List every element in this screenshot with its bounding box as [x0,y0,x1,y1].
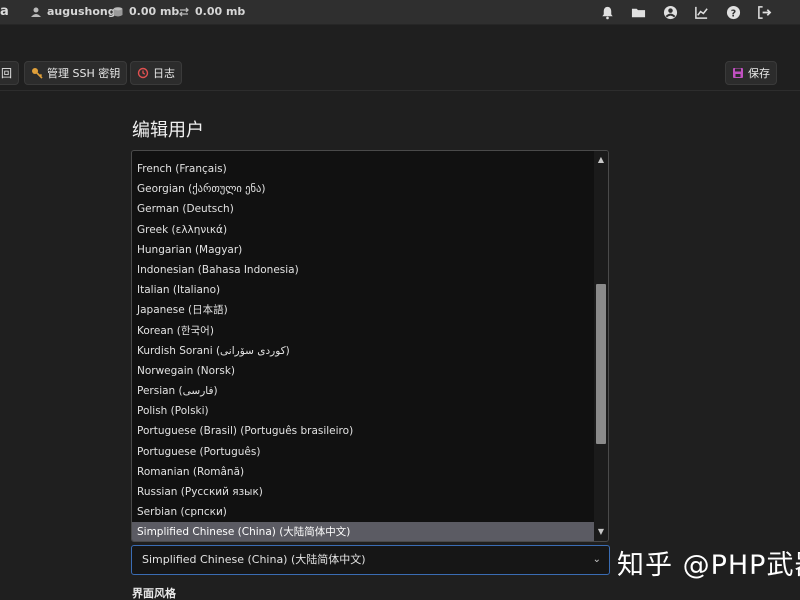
save-icon [733,68,743,78]
language-option[interactable]: German (Deutsch) [132,199,608,219]
language-select-value: Simplified Chinese (China) (大陆简体中文) [142,553,366,566]
save-button[interactable]: 保存 [725,61,777,85]
download-stat: 0.00 mb [178,5,245,18]
help-icon: ? [726,5,740,19]
action-toolbar: 回 管理 SSH 密钥 日志 保存 [0,25,800,91]
language-option[interactable]: Serbian (српски) [132,502,608,522]
top-bar: a augushong 0.00 mb 0.00 mb ? [0,0,800,25]
folder-icon [631,8,645,17]
language-option[interactable]: Japanese (日本語) [132,300,608,320]
language-option[interactable]: Norwegain (Norsk) [132,361,608,381]
back-button[interactable]: 回 [0,61,19,85]
bell-icon [601,6,613,19]
ssh-label: 管理 SSH 密钥 [47,67,121,80]
account-circle-icon [663,5,677,19]
upload-amount: 0.00 mb [129,5,180,18]
svg-text:?: ? [730,8,735,19]
username: augushong [47,5,116,18]
transfer-icon [179,7,189,16]
language-option[interactable]: Portuguese (Brasil) (Português brasileir… [132,421,608,441]
history-icon [137,67,149,79]
key-icon [32,68,43,79]
page-title: 编辑用户 [132,120,204,141]
chevron-down-icon: ⌄ [592,554,601,565]
listbox-scrollbar[interactable]: ▲ ▼ [594,151,608,541]
language-option[interactable]: Polish (Polski) [132,401,608,421]
language-option[interactable]: Indonesian (Bahasa Indonesia) [132,260,608,280]
scroll-down-icon[interactable]: ▼ [596,527,606,537]
stats-button[interactable] [691,2,711,22]
database-icon [113,6,123,16]
logout-icon [757,5,771,19]
language-option[interactable]: Portuguese (Português) [132,442,608,462]
notifications-button[interactable] [597,2,617,22]
language-option[interactable]: Greek (ελληνικά) [132,220,608,240]
brand-logo[interactable]: a [0,4,9,19]
scroll-thumb[interactable] [596,284,606,444]
language-option[interactable]: Hungarian (Magyar) [132,240,608,260]
save-label: 保存 [748,67,770,80]
language-option[interactable]: Romanian (Română) [132,462,608,482]
language-option[interactable]: Korean (한국어) [132,321,608,341]
language-option-selected[interactable]: Simplified Chinese (China) (大陆简体中文) [132,522,608,541]
watermark: 知乎 @PHP武器 [617,550,800,581]
help-button[interactable]: ? [723,2,743,22]
logout-button[interactable] [754,2,774,22]
language-option[interactable]: Italian (Italiano) [132,280,608,300]
account-button[interactable] [660,2,680,22]
user-icon [31,7,41,17]
theme-section-label: 界面风格 [132,587,176,600]
logs-button[interactable]: 日志 [130,61,182,85]
language-listbox[interactable]: French (Français) Georgian (ქართული ენა)… [131,150,609,542]
chart-icon [694,6,708,19]
back-label: 回 [1,67,12,80]
user-stat: augushong [30,5,116,18]
language-option[interactable]: French (Français) [132,159,608,179]
manage-ssh-keys-button[interactable]: 管理 SSH 密钥 [24,61,128,85]
language-select[interactable]: Simplified Chinese (China) (大陆简体中文) ⌄ [131,545,610,575]
download-amount: 0.00 mb [195,5,246,18]
language-option[interactable]: Kurdish Sorani (کوردی سۆرانی) [132,341,608,361]
language-option[interactable]: Russian (Русский язык) [132,482,608,502]
language-option[interactable]: Persian (فارسی) [132,381,608,401]
files-button[interactable] [628,2,648,22]
language-option[interactable]: Georgian (ქართული ენა) [132,179,608,199]
upload-stat: 0.00 mb [112,5,179,18]
scroll-up-icon[interactable]: ▲ [596,155,606,165]
logs-label: 日志 [153,67,175,80]
language-options: French (Français) Georgian (ქართული ენა)… [132,151,608,541]
